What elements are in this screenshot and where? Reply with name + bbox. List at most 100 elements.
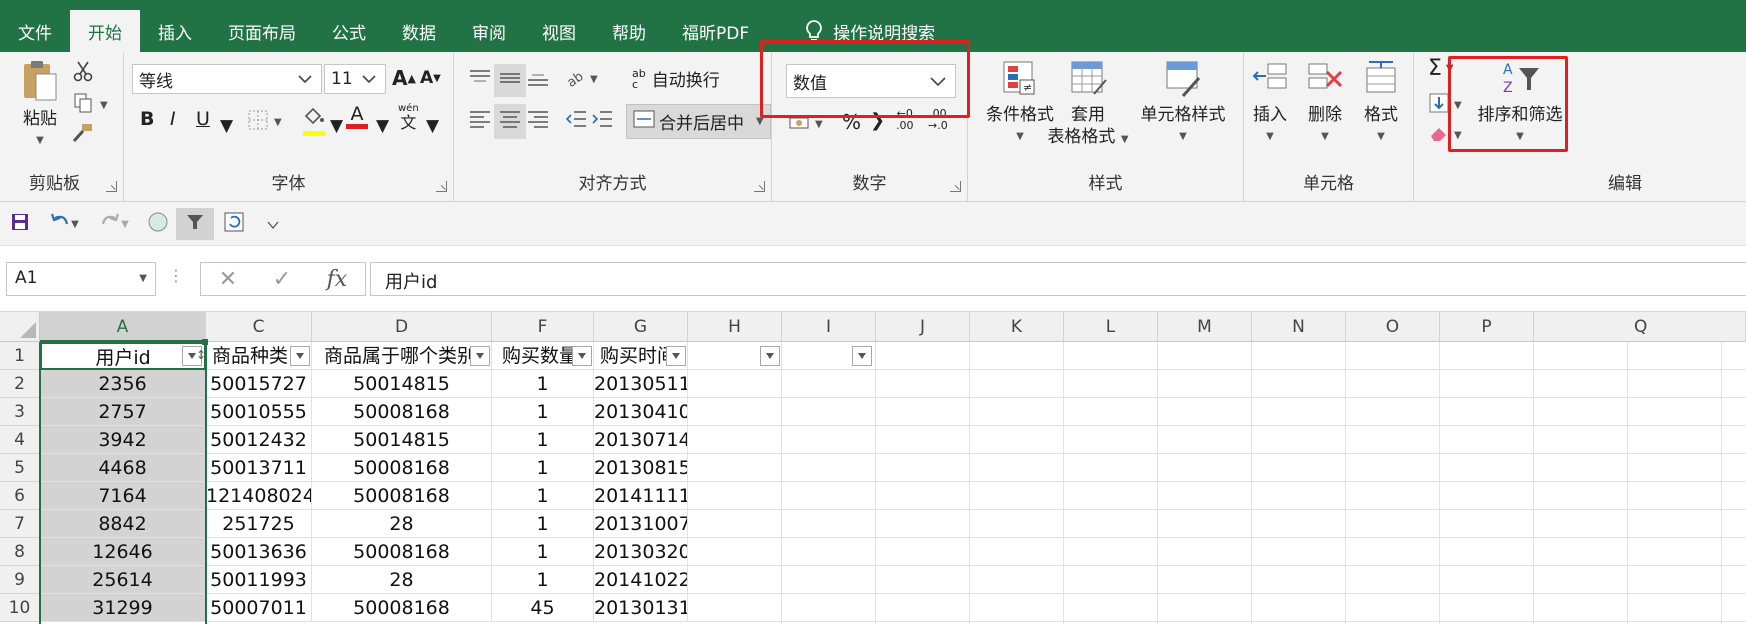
refresh-button[interactable] [220,208,248,240]
table-cell[interactable]: 20130815 [594,454,688,482]
table-cell[interactable]: 121408024 [206,482,312,510]
save-button[interactable] [6,208,34,240]
italic-button[interactable]: I [170,108,176,130]
font-color-button[interactable]: A [346,104,368,129]
grow-font-button[interactable]: A ▲ [392,66,416,90]
row-header-9[interactable]: 9 [0,566,40,594]
format-as-table-button[interactable]: 套用 表格格式 ▼ [1046,58,1130,151]
chevron-down-icon[interactable]: ▼ [330,116,343,136]
table-cell[interactable]: 1 [492,370,594,398]
table-cell[interactable]: 50008168 [312,398,492,426]
copy-button[interactable]: ▼ [72,92,108,119]
border-button[interactable]: ▼ [246,108,282,137]
column-header-i[interactable]: I [782,312,876,342]
column-header-p[interactable]: P [1440,312,1534,342]
formula-input[interactable]: 用户id [370,262,1746,296]
tab-help[interactable]: 帮助 [594,10,664,52]
increase-indent-button[interactable] [590,108,614,135]
table-cell[interactable]: 1 [492,566,594,594]
row-header-10[interactable]: 10 [0,594,40,622]
column-header-j[interactable]: J [876,312,970,342]
table-cell[interactable]: 50008168 [312,594,492,622]
delete-cells-button[interactable]: 删除 ▼ [1300,58,1350,148]
row-header-6[interactable]: 6 [0,482,40,510]
number-launcher-icon[interactable] [950,181,961,192]
table-cell[interactable]: 25614 [40,566,206,594]
row-header-5[interactable]: 5 [0,454,40,482]
fill-color-button[interactable] [302,106,326,136]
table-cell[interactable]: 1 [492,538,594,566]
clear-button[interactable]: ▼ [1428,124,1462,147]
cancel-icon[interactable]: ✕ [219,267,237,292]
undo-button[interactable]: ▼ [44,208,84,240]
bold-button[interactable]: B [140,108,154,130]
autosum-button[interactable]: Σ ▼ [1428,56,1454,81]
tab-view[interactable]: 视图 [524,10,594,52]
right-align-button[interactable] [526,108,550,135]
table-cell[interactable]: 45 [492,594,594,622]
table-cell[interactable]: 50013711 [206,454,312,482]
table-cell[interactable]: 20130410 [594,398,688,426]
column-header-l[interactable]: L [1064,312,1158,342]
select-all-button[interactable] [0,312,40,342]
table-cell[interactable]: 1 [492,510,594,538]
tab-review[interactable]: 审阅 [454,10,524,52]
table-cell[interactable]: 20130320 [594,538,688,566]
row-header-1[interactable]: 1 [0,342,40,370]
table-cell[interactable]: 20131007 [594,510,688,538]
shrink-font-button[interactable]: A ▼ [420,68,441,88]
table-cell[interactable]: 50008168 [312,482,492,510]
middle-align-button[interactable] [494,64,526,97]
column-header-n[interactable]: N [1252,312,1346,342]
table-cell[interactable]: 50010555 [206,398,312,426]
filter-dropdown-button[interactable] [760,346,780,366]
table-cell[interactable]: 20130511 [594,370,688,398]
font-size-combo[interactable]: 11 [324,64,386,94]
table-cell[interactable]: 1 [492,426,594,454]
format-painter-button[interactable] [70,122,94,149]
chevron-down-icon[interactable]: ▼ [376,116,389,136]
row-header-8[interactable]: 8 [0,538,40,566]
alignment-launcher-icon[interactable] [754,181,765,192]
table-cell[interactable]: 50015727 [206,370,312,398]
circle-button[interactable] [144,208,172,240]
tab-home[interactable]: 开始 [70,10,140,52]
table-cell[interactable]: 28 [312,510,492,538]
insert-cells-button[interactable]: 插入 ▼ [1246,58,1294,148]
column-header-h[interactable]: H [688,312,782,342]
tab-formulas[interactable]: 公式 [314,10,384,52]
cell-styles-button[interactable]: 单元格样式 ▼ [1130,58,1236,148]
orientation-button[interactable]: ab ▼ [564,66,598,93]
table-cell[interactable]: 1 [492,398,594,426]
underline-button[interactable]: U [196,108,210,130]
filter-dropdown-button[interactable] [852,346,872,366]
filter-dropdown-button[interactable] [470,346,490,366]
table-cell[interactable]: 50014815 [312,426,492,454]
table-cell[interactable]: 3942 [40,426,206,454]
column-header-d[interactable]: D [312,312,492,342]
column-header-f[interactable]: F [492,312,594,342]
table-cell[interactable]: 4468 [40,454,206,482]
accounting-format-button[interactable]: ▼ [788,112,823,137]
column-header-k[interactable]: K [970,312,1064,342]
fx-icon[interactable]: fx [327,267,348,292]
header-cell[interactable]: 商品属于哪个类别 [312,342,492,370]
wrap-text-button[interactable]: ab c 自动换行 [632,66,720,92]
column-header-c[interactable]: C [206,312,312,342]
left-align-button[interactable] [468,108,492,135]
table-cell[interactable]: 2356 [40,370,206,398]
column-header-m[interactable]: M [1158,312,1252,342]
table-cell[interactable]: 8842 [40,510,206,538]
filter-toggle-button[interactable] [176,208,214,240]
number-format-combo[interactable]: 数值 [786,64,956,98]
table-cell[interactable]: 28 [312,566,492,594]
row-header-4[interactable]: 4 [0,426,40,454]
bottom-align-button[interactable] [526,68,550,93]
increase-decimal-button[interactable]: ←0 .00 [896,108,914,132]
row-header-7[interactable]: 7 [0,510,40,538]
tab-file[interactable]: 文件 [0,10,70,52]
name-box[interactable]: A1 ▼ [6,262,156,296]
sort-filter-button[interactable]: AZ 排序和筛选 ▼ [1472,58,1568,148]
table-cell[interactable]: 50008168 [312,454,492,482]
chevron-down-icon[interactable]: ▼ [220,116,233,136]
